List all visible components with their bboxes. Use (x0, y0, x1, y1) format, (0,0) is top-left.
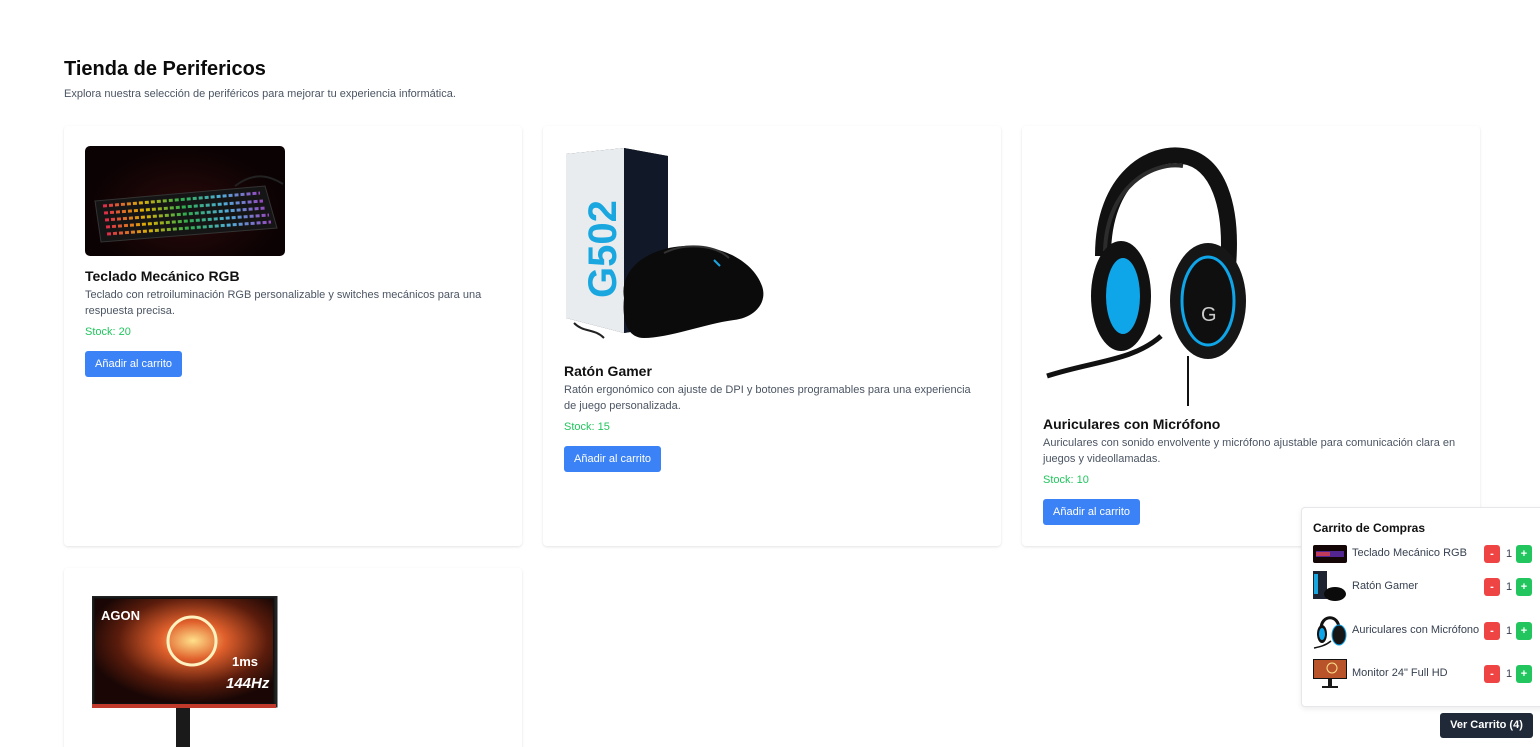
increase-qty-button[interactable]: + (1516, 622, 1532, 640)
cart-item-qty: 1 (1505, 548, 1513, 560)
increase-qty-button[interactable]: + (1516, 578, 1532, 596)
increase-qty-button[interactable]: + (1516, 665, 1532, 683)
cart-item-name: Monitor 24" Full HD (1352, 667, 1448, 679)
add-to-cart-button[interactable]: Añadir al carrito (85, 351, 183, 377)
add-to-cart-button[interactable]: Añadir al carrito (1043, 499, 1141, 525)
decrease-qty-button[interactable]: - (1484, 578, 1500, 596)
monitor-response-label: 1ms (232, 654, 258, 669)
product-name: Teclado Mecánico RGB (85, 268, 240, 284)
product-stock: Stock: 10 (1043, 474, 1089, 486)
page-subtitle: Explora nuestra selección de periféricos… (64, 88, 456, 100)
view-cart-button[interactable]: Ver Carrito (4) (1440, 713, 1533, 738)
decrease-qty-button[interactable]: - (1484, 665, 1500, 683)
product-card-mouse: G502 Ratón Gamer Ratón ergonómico con aj… (543, 126, 1001, 546)
cart-title: Carrito de Compras (1313, 521, 1426, 535)
mouse-box-label: G502 (581, 200, 625, 298)
product-stock: Stock: 20 (85, 326, 131, 338)
page-title: Tienda de Perifericos (64, 58, 266, 80)
cart-item: Ratón Gamer - 1 + (1313, 571, 1540, 601)
keyboard-image (85, 146, 285, 256)
product-description: Ratón ergonómico con ajuste de DPI y bot… (564, 384, 971, 412)
monitor-brand-label: AGON (101, 608, 140, 623)
product-description: Auriculares con sonido envolvente y micr… (1043, 437, 1456, 465)
product-card-headset: G Auriculares con Micrófono Auriculares … (1022, 126, 1480, 546)
cart-thumb-monitor (1313, 658, 1347, 688)
monitor-refresh-label: 144Hz (226, 675, 270, 692)
product-description: Teclado con retroiluminación RGB persona… (85, 289, 482, 317)
decrease-qty-button[interactable]: - (1484, 545, 1500, 563)
product-card-keyboard: Teclado Mecánico RGB Teclado con retroil… (64, 126, 522, 546)
headset-image: G (1043, 146, 1253, 406)
product-card-monitor: AGON 1ms 144Hz (64, 568, 522, 747)
cart-item-name: Ratón Gamer (1352, 580, 1419, 592)
cart-item: Teclado Mecánico RGB - 1 + (1313, 544, 1540, 574)
cart-item-name: Teclado Mecánico RGB (1352, 547, 1467, 559)
product-name: Auriculares con Micrófono (1043, 416, 1221, 432)
cart-item-qty: 1 (1505, 625, 1513, 637)
cart-item-qty: 1 (1505, 581, 1513, 593)
svg-text:G: G (1201, 304, 1217, 326)
cart-panel: Carrito de Compras Teclado Mecánico RGB … (1301, 507, 1540, 707)
cart-item: Auriculares con Micrófono - 1 + (1313, 609, 1540, 653)
cart-item-name: Auriculares con Micrófono (1352, 624, 1480, 636)
cart-thumb-headset (1313, 609, 1347, 649)
monitor-image: AGON 1ms 144Hz (90, 594, 278, 747)
increase-qty-button[interactable]: + (1516, 545, 1532, 563)
mouse-image: G502 (564, 148, 774, 353)
cart-thumb-keyboard (1313, 544, 1347, 574)
cart-thumb-mouse (1313, 571, 1347, 601)
decrease-qty-button[interactable]: - (1484, 622, 1500, 640)
product-stock: Stock: 15 (564, 421, 610, 433)
cart-item-qty: 1 (1505, 668, 1513, 680)
add-to-cart-button[interactable]: Añadir al carrito (564, 446, 662, 472)
cart-item: Monitor 24" Full HD - 1 + (1313, 658, 1540, 690)
product-name: Ratón Gamer (564, 363, 652, 379)
